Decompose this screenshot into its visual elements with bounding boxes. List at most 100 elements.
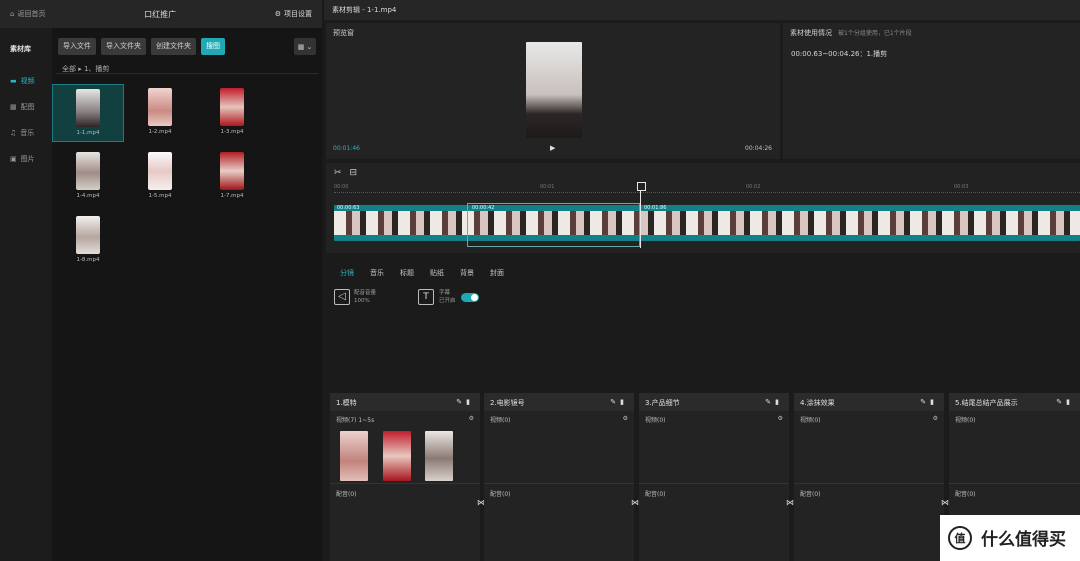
usage-line: 00:00.63~00:04.26：1.播剪 — [791, 50, 888, 58]
trash-icon[interactable]: ▮ — [620, 398, 628, 406]
gear-icon[interactable]: ⚙ — [469, 415, 474, 423]
play-button[interactable]: ▶ — [550, 144, 555, 152]
gear-icon[interactable]: ⚙ — [623, 415, 628, 423]
transition-icon[interactable]: ⋈ — [786, 498, 794, 507]
track-group[interactable]: 4.涂抹效果 ✎▮ 视频(0) ⚙ 配音(0) — [794, 393, 944, 561]
gear-icon[interactable]: ⚙ — [933, 415, 938, 423]
video-icon: ▬ — [10, 77, 17, 85]
sidebar: 素材库 ▬ 视频 ▦ 配图 ♫ 音乐 ▣ 图片 — [0, 28, 52, 561]
watermark-text: 什么值得买 — [978, 524, 1069, 551]
speaker-icon: ◁ — [334, 289, 350, 305]
video-thumbnail — [76, 89, 100, 127]
create-folder-button[interactable]: 创建文件夹 — [151, 38, 196, 55]
subtitle-control: T 字幕 已开启 — [418, 289, 479, 305]
back-home-button[interactable]: ⌂ 返回首页 — [10, 9, 45, 19]
edit-icon[interactable]: ✎ — [920, 398, 930, 406]
search-image-button[interactable]: 搜图 — [201, 38, 225, 55]
trash-icon[interactable]: ▮ — [775, 398, 783, 406]
chevron-down-icon: ⌄ — [306, 42, 313, 51]
trash-icon[interactable]: ▮ — [466, 398, 474, 406]
project-settings-button[interactable]: ⚙ 项目设置 — [275, 9, 312, 19]
grid-icon: ▦ — [297, 42, 305, 51]
preview-video[interactable] — [526, 42, 582, 138]
clip-thumbnail[interactable] — [425, 431, 453, 481]
file-card[interactable]: 1-8.mp4 — [52, 212, 124, 270]
tab-sticker[interactable]: 贴纸 — [430, 268, 444, 278]
trash-icon[interactable]: ▮ — [1066, 398, 1074, 406]
gear-icon: ⚙ — [274, 10, 281, 18]
text-icon: T — [418, 289, 434, 305]
file-browser: 导入文件 导入文件夹 创建文件夹 搜图 ▦ ⌄ 全部 ▸ 1、播剪 1-1.mp4… — [52, 28, 322, 561]
preview-header: 预览窗 — [333, 29, 354, 37]
edit-icon[interactable]: ✎ — [765, 398, 775, 406]
video-thumbnail — [148, 152, 172, 190]
file-card[interactable]: 1-4.mp4 — [52, 148, 124, 206]
home-icon: ⌂ — [10, 10, 15, 18]
edit-icon[interactable]: ✎ — [610, 398, 620, 406]
video-thumbnail — [76, 216, 100, 254]
sidebar-item-music[interactable]: ♫ 音乐 — [0, 120, 52, 146]
video-thumbnail — [220, 152, 244, 190]
file-card[interactable]: 1-1.mp4 — [52, 84, 124, 142]
split-icon[interactable]: ⊟ — [350, 168, 358, 178]
editor-panel: 素材剪辑 - 1-1.mp4 预览窗 00:01:46 ▶ 00:04:26 素… — [324, 0, 1080, 561]
video-thumbnail — [148, 88, 172, 126]
transition-icon[interactable]: ⋈ — [941, 498, 949, 507]
file-card[interactable]: 1-2.mp4 — [124, 84, 196, 142]
edit-icon[interactable]: ✎ — [1056, 398, 1066, 406]
clip-frames — [334, 211, 1080, 235]
gear-icon[interactable]: ⚙ — [778, 415, 783, 423]
trash-icon[interactable]: ▮ — [930, 398, 938, 406]
video-thumbnail — [220, 88, 244, 126]
subtitle-toggle[interactable] — [460, 292, 479, 302]
edit-icon[interactable]: ✎ — [456, 398, 466, 406]
clip-strip[interactable]: 00:00:63 00:00:42 00:01:86 — [334, 203, 1080, 247]
tab-bar: 分镜 音乐 标题 贴纸 背景 封面 — [326, 263, 1080, 283]
left-panel: ⌂ 返回首页 口红推广 ⚙ 项目设置 素材库 ▬ 视频 ▦ 配图 ♫ 音乐 ▣ 图片 导入文… — [0, 0, 322, 561]
time-ruler: 00:00 00:01 00:02 00:03 — [334, 183, 1080, 193]
file-toolbar: 导入文件 导入文件夹 创建文件夹 搜图 ▦ ⌄ — [52, 28, 322, 60]
watermark: 值 什么值得买 — [948, 524, 1069, 551]
preview-window: 预览窗 00:01:46 ▶ 00:04:26 — [326, 23, 780, 159]
usage-hint: 被1个分组使用，已1个片段 — [838, 30, 912, 37]
sidebar-item-picture[interactable]: ▣ 图片 — [0, 146, 52, 172]
tab-title[interactable]: 标题 — [400, 268, 414, 278]
playhead[interactable] — [637, 182, 646, 248]
current-time: 00:01:46 — [333, 145, 360, 152]
track-group[interactable]: 3.产品细节 ✎▮ 视频(0) ⚙ 配音(0) — [639, 393, 789, 561]
editor-title: 素材剪辑 - 1-1.mp4 — [324, 0, 1080, 20]
file-grid: 1-1.mp4 1-2.mp4 1-3.mp4 1-4.mp4 1-5.mp4 … — [52, 84, 322, 270]
sidebar-item-video[interactable]: ▬ 视频 — [0, 68, 52, 94]
video-thumbnail — [76, 152, 100, 190]
track-group[interactable]: 1.模特 ✎▮ 视频(7) 1~5s ⚙ 配音(0) — [330, 393, 480, 561]
transition-icon[interactable]: ⋈ — [631, 498, 639, 507]
usage-header: 素材使用情况 — [790, 29, 832, 37]
view-mode-button[interactable]: ▦ ⌄ — [294, 38, 316, 55]
picture-icon: ▣ — [10, 155, 17, 163]
file-card[interactable]: 1-3.mp4 — [196, 84, 268, 142]
file-card[interactable]: 1-7.mp4 — [196, 148, 268, 206]
clip-thumbnail[interactable] — [383, 431, 411, 481]
top-bar: ⌂ 返回首页 口红推广 ⚙ 项目设置 — [0, 0, 322, 28]
import-folder-button[interactable]: 导入文件夹 — [101, 38, 146, 55]
cut-icon[interactable]: ✂ — [334, 168, 342, 178]
clip-thumbnail[interactable] — [340, 431, 368, 481]
tab-storyboard[interactable]: 分镜 — [340, 268, 354, 278]
voice-volume-control[interactable]: ◁ 配音音量 100% — [334, 289, 376, 305]
tab-background[interactable]: 背景 — [460, 268, 474, 278]
import-file-button[interactable]: 导入文件 — [58, 38, 96, 55]
breadcrumb: 全部 ▸ 1、播剪 — [56, 60, 318, 74]
app-window: ⌂ 返回首页 口红推广 ⚙ 项目设置 素材库 ▬ 视频 ▦ 配图 ♫ 音乐 ▣ 图片 导入文… — [0, 0, 1080, 561]
usage-panel: 素材使用情况 被1个分组使用，已1个片段 00:00.63~00:04.26：1.… — [783, 23, 1080, 159]
music-icon: ♫ — [10, 129, 17, 137]
sidebar-item-image[interactable]: ▦ 配图 — [0, 94, 52, 120]
project-title: 口红推广 — [144, 9, 177, 19]
image-icon: ▦ — [10, 103, 17, 111]
timeline: ✂ ⊟ 00:00 00:01 00:02 00:03 00:00:63 00:0… — [326, 163, 1080, 253]
tab-music[interactable]: 音乐 — [370, 268, 384, 278]
library-title: 素材库 — [10, 45, 31, 53]
track-group[interactable]: 2.电影镜号 ✎▮ 视频(0) ⚙ 配音(0) — [484, 393, 634, 561]
watermark-logo: 值 — [948, 525, 972, 550]
file-card[interactable]: 1-5.mp4 — [124, 148, 196, 206]
tab-cover[interactable]: 封面 — [490, 268, 504, 278]
